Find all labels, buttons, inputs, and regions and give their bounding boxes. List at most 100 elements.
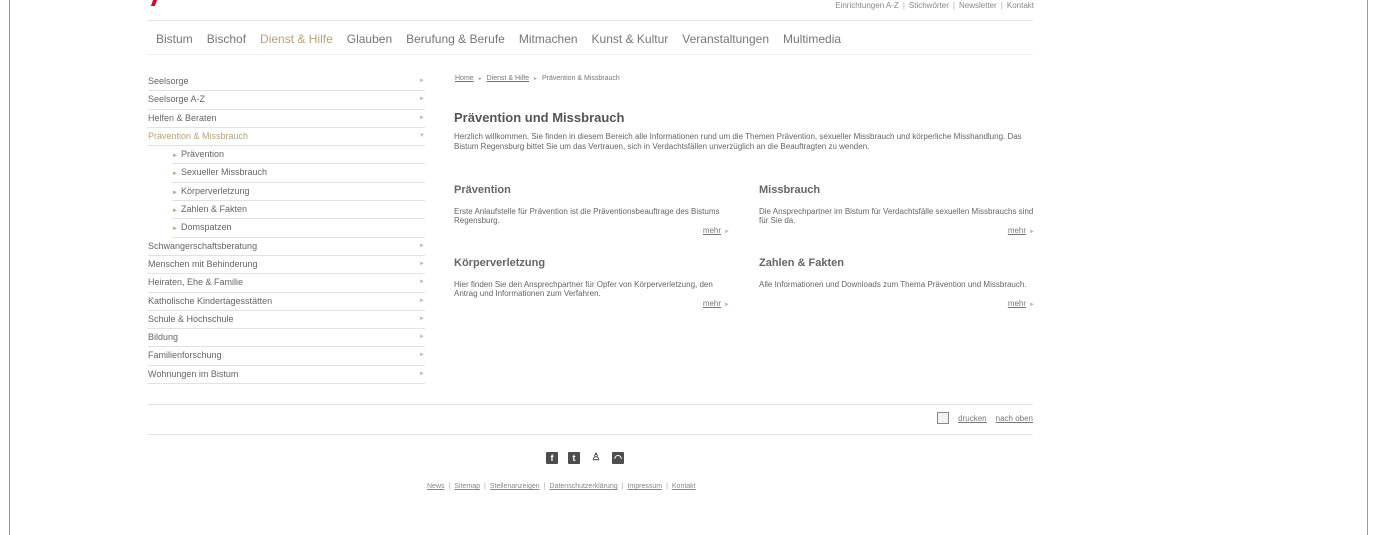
arrow-right-icon: ► [724,302,730,308]
sidebar-item-seelsorge[interactable]: Seelsorge ► [148,73,425,92]
window-frame-left [9,0,10,535]
teaser-text: Die Ansprechpartner im Bistum für Verdac… [759,207,1034,225]
header-divider [148,20,1033,21]
sidebar-subitem-label: Zahlen & Fakten [180,204,247,215]
youtube-icon[interactable]: ♙ [590,452,602,464]
sidebar-item-schwangerschaftsberatung[interactable]: Schwangerschaftsberatung ► [148,238,425,256]
nav-item-multimedia[interactable]: Multimedia [783,32,841,46]
arrow-right-icon: ► [419,370,425,377]
rss-icon[interactable]: ◠ [612,452,624,464]
sidebar-item-label: Seelsorge [148,76,189,86]
footer-link-news[interactable]: News [427,483,445,490]
nav-item-glauben[interactable]: Glauben [347,32,392,46]
teaser-missbrauch: Missbrauch Die Ansprechpartner im Bistum… [759,184,1035,235]
teaser-title: Zahlen & Fakten [759,257,844,269]
arrow-right-icon: ► [419,114,425,121]
breadcrumb-section[interactable]: Dienst & Hilfe [487,75,529,82]
sidebar-item-label: Heiraten, Ehe & Familie [148,277,244,288]
sidebar-item-menschen-mit-behinderung[interactable]: Menschen mit Behinderung ► [148,256,425,275]
sidebar-item-kindertagesstaetten[interactable]: Katholische Kindertagesstätten ► [148,293,425,311]
arrow-right-icon: ► [1029,229,1035,235]
teaser-more-link[interactable]: mehr ► [1008,299,1035,308]
arrow-right-icon: ► [419,96,425,103]
sidebar-item-wohnungen[interactable]: Wohnungen im Bistum ► [148,366,425,385]
sidebar-subitem-koerperverletzung[interactable]: ► Körperverletzung [172,183,425,202]
sidebar-subitem-domspatzen[interactable]: ► Domspatzen [172,219,425,238]
top-link-einrichtungen[interactable]: Einrichtungen A-Z [835,1,899,10]
sidebar-item-label: Prävention & Missbrauch [148,130,249,141]
sidebar-item-label: Familienforschung [148,350,222,361]
teaser-more-link[interactable]: mehr ► [703,226,730,235]
sidebar-subitem-label: Domspatzen [180,222,232,233]
page-title: Prävention und Missbrauch [454,110,625,125]
sidebar-item-label: Schule & Hochschule [148,313,234,324]
sidebar-item-seelsorge-az[interactable]: Seelsorge A-Z ► [148,91,425,110]
twitter-icon[interactable]: t [568,452,580,464]
nav-item-dienst-hilfe[interactable]: Dienst & Hilfe [260,32,333,46]
footer-link-sitemap[interactable]: Sitemap [454,483,480,490]
bullet-icon: ► [172,208,178,215]
footer-link-datenschutz[interactable]: Datenschutzerklärung [550,483,618,490]
sidebar-item-bildung[interactable]: Bildung ► [148,329,425,348]
nav-item-bistum[interactable]: Bistum [156,32,193,46]
nav-item-kunst-kultur[interactable]: Kunst & Kultur [592,32,669,46]
footer-link-impressum[interactable]: Impressum [627,483,662,490]
teaser-more-link[interactable]: mehr ► [703,299,730,308]
sidebar-item-label: Katholische Kindertagesstätten [148,295,273,306]
sidebar-subitem-label: Körperverletzung [180,185,250,196]
sidebar-item-heiraten-ehe-familie[interactable]: Heiraten, Ehe & Familie ► [148,274,425,293]
bullet-icon: ► [172,153,178,160]
footer-links: News | Sitemap | Stellenanzeigen | Datenschutz… [427,483,696,490]
logo-fragment[interactable] [150,0,158,6]
sidebar-item-label: Menschen mit Behinderung [148,258,258,269]
teaser-praevention: Prävention Erste Anlaufstelle für Präven… [454,184,730,235]
nav-item-mitmachen[interactable]: Mitmachen [519,32,578,46]
sidebar-menu: Seelsorge ► Seelsorge A-Z ► Helfen & Berat… [148,73,425,385]
teaser-text: Alle Informationen und Downloads zum The… [759,280,1027,289]
page-utilities: drucken nach oben [937,412,1033,424]
top-link-newsletter[interactable]: Newsletter [959,1,997,10]
sidebar-item-label: Seelsorge A-Z [148,94,206,105]
arrow-right-icon: ► [419,297,425,304]
nav-item-veranstaltungen[interactable]: Veranstaltungen [682,32,769,46]
sidebar-item-label: Bildung [148,332,179,343]
facebook-icon[interactable]: f [546,452,558,464]
sidebar-item-label: Wohnungen im Bistum [148,368,239,379]
arrow-right-icon: ► [419,260,425,267]
bullet-icon: ► [172,189,178,196]
teaser-more-link[interactable]: mehr ► [1008,226,1035,235]
top-link-kontakt[interactable]: Kontakt [1007,1,1034,10]
arrow-down-icon: ▼ [419,132,425,139]
sidebar-subitem-sexueller-missbrauch[interactable]: ► Sexueller Missbrauch [172,164,425,183]
top-link-stichwoerter[interactable]: Stichwörter [909,1,949,10]
breadcrumb-home[interactable]: Home [455,75,474,82]
sidebar-item-helfen-beraten[interactable]: Helfen & Beraten ► [148,110,425,128]
teaser-zahlen-fakten: Zahlen & Fakten Alle Informationen und D… [759,257,1035,308]
arrow-right-icon: ► [724,229,730,235]
arrow-right-icon: ► [419,242,425,249]
print-icon[interactable] [937,412,950,424]
breadcrumb-separator-icon: ► [477,76,483,82]
teaser-title: Prävention [454,184,511,196]
teaser-title: Missbrauch [759,184,821,196]
sidebar-subitem-praevention[interactable]: ► Prävention [172,146,425,165]
sidebar-item-praevention-missbrauch[interactable]: Prävention & Missbrauch ▼ [148,128,425,147]
window-frame-right [1367,0,1368,535]
print-link[interactable]: drucken [958,414,986,423]
sidebar-item-familienforschung[interactable]: Familienforschung ► [148,347,425,366]
arrow-right-icon: ► [419,334,425,341]
footer-link-stellenanzeigen[interactable]: Stellenanzeigen [490,483,540,490]
back-to-top-link[interactable]: nach oben [996,414,1033,423]
breadcrumb-current: Prävention & Missbrauch [542,75,620,82]
nav-item-bischof[interactable]: Bischof [207,32,246,46]
arrow-right-icon: ► [1029,302,1035,308]
utility-links: Einrichtungen A-Z | Stichwörter | Newsletter… [835,1,1034,10]
nav-item-berufung-berufe[interactable]: Berufung & Berufe [406,32,505,46]
social-links: f t ♙ ◠ [546,452,624,464]
footer-link-kontakt[interactable]: Kontakt [672,483,696,490]
breadcrumb: Home ► Dienst & Hilfe ► Prävention & Missbra… [455,75,620,82]
teaser-text: Hier finden Sie den Ansprechpartner für … [454,280,713,298]
sidebar-subitem-zahlen-fakten[interactable]: ► Zahlen & Fakten [172,201,425,220]
sidebar-item-schule-hochschule[interactable]: Schule & Hochschule ► [148,311,425,330]
sidebar-subitem-label: Sexueller Missbrauch [180,167,267,178]
